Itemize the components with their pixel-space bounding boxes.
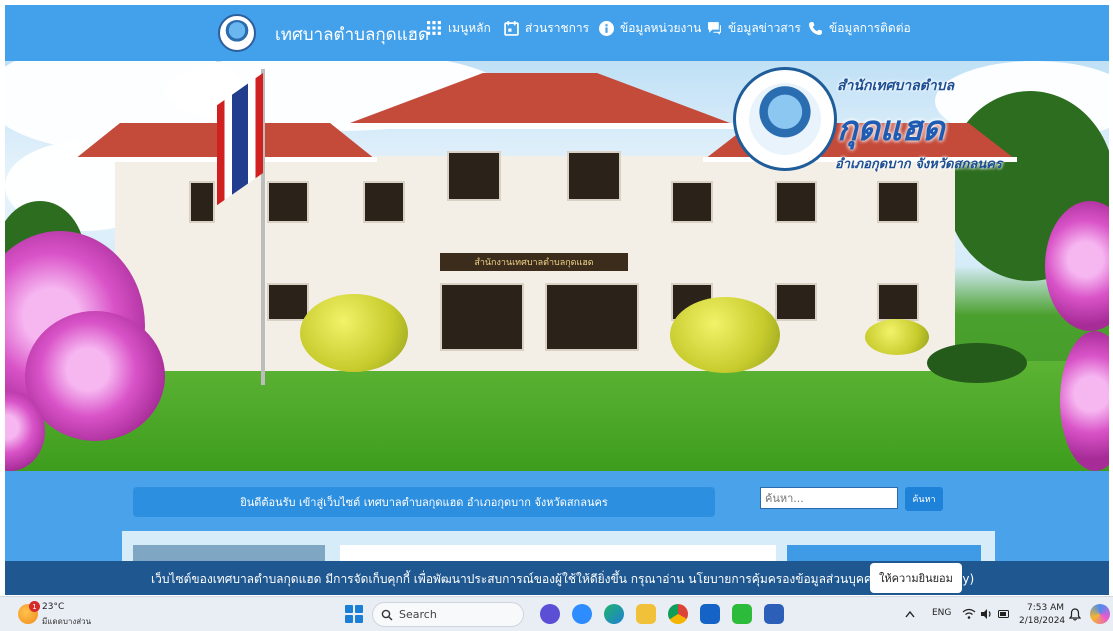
window: [267, 181, 309, 223]
window: [877, 283, 919, 321]
wifi-icon[interactable]: [962, 608, 976, 620]
shrub: [670, 297, 780, 373]
window: [775, 283, 817, 321]
browser-viewport: เทศบาลตำบลกุดแฮด เมนูหลัก ส่วนราชการ ข้อ…: [5, 5, 1109, 595]
search-button[interactable]: ค้นหา: [905, 487, 943, 511]
org-name-line1: สำนักเทศบาลตำบล: [837, 78, 955, 94]
chrome-browser-icon[interactable]: [668, 604, 688, 624]
cookie-message: เว็บไซต์ของเทศบาลตำบลกุดแฮด มีการจัดเก็บ…: [151, 572, 975, 586]
cookie-consent-bar: เว็บไซต์ของเทศบาลตำบลกุดแฮด มีการจัดเก็บ…: [5, 561, 1109, 595]
window: [189, 181, 215, 223]
window: [447, 151, 501, 201]
logo-seal-icon: [224, 20, 250, 46]
building-sign: สำนักงานเทศบาลตำบลกุดแฮด: [440, 253, 628, 271]
nav-main-menu[interactable]: เมนูหลัก: [427, 19, 491, 38]
top-navbar: เทศบาลตำบลกุดแฮด เมนูหลัก ส่วนราชการ ข้อ…: [5, 5, 1109, 61]
hedge: [927, 343, 1027, 383]
clock-time: 7:53 AM: [1027, 603, 1064, 613]
emblem-seal-icon: [749, 83, 821, 155]
input-language[interactable]: ENG: [932, 608, 951, 618]
notification-bell-icon[interactable]: [1069, 608, 1081, 621]
meet-app-icon[interactable]: [540, 604, 560, 624]
nav-departments[interactable]: ส่วนราชการ: [504, 19, 589, 38]
battery-icon[interactable]: [998, 610, 1010, 618]
org-name-line2: กุดแฮด: [837, 109, 945, 149]
chevron-up-icon[interactable]: [905, 610, 915, 618]
hero-banner: สำนักงานเทศบาลตำบลกุดแฮด สำนักเทศบาลตำบล…: [5, 61, 1109, 471]
search-icon: [381, 609, 393, 620]
nav-label: ข้อมูลข่าวสาร: [728, 21, 801, 35]
chat-icon: [708, 22, 721, 35]
nav-agency-info[interactable]: ข้อมูลหน่วยงาน: [599, 19, 701, 38]
windows-taskbar: 1 23°C มีแดดบางส่วน Search ENG 7:53 AM 2…: [0, 596, 1113, 631]
nav-news[interactable]: ข้อมูลข่าวสาร: [707, 19, 801, 38]
window: [775, 181, 817, 223]
taskbar-search[interactable]: Search: [372, 602, 524, 627]
window: [877, 181, 919, 223]
entrance-door: [545, 283, 639, 351]
site-title[interactable]: เทศบาลตำบลกุดแฮด: [275, 21, 429, 48]
word-app-icon[interactable]: [764, 604, 784, 624]
weather-desc: มีแดดบางส่วน: [42, 617, 92, 626]
window: [363, 181, 405, 223]
org-name-line3: อำเภอกุดบาก จังหวัดสกลนคร: [835, 157, 1002, 172]
search-input[interactable]: [760, 487, 898, 509]
volume-icon[interactable]: [980, 608, 993, 620]
zoom-app-icon[interactable]: [572, 604, 592, 624]
clock-date: 2/18/2024: [1019, 616, 1066, 626]
welcome-message: ยินดีต้อนรับ เข้าสู่เว็บไซต์ เทศบาลตำบลก…: [133, 487, 715, 517]
info-icon: [599, 21, 614, 36]
cookie-accept-button[interactable]: ให้ความยินยอม: [870, 563, 962, 593]
nav-label: ข้อมูลหน่วยงาน: [620, 21, 702, 35]
shrub: [300, 294, 408, 372]
window: [567, 151, 621, 201]
edge-browser-icon[interactable]: [604, 604, 624, 624]
flower-bloom: [25, 311, 165, 441]
entrance-door: [440, 283, 524, 351]
shrub: [865, 319, 929, 355]
window: [671, 181, 713, 223]
roof-trim: [345, 123, 735, 129]
nav-label: ข้อมูลการติดต่อ: [829, 21, 911, 35]
window: [267, 283, 309, 321]
nav-label: ส่วนราชการ: [525, 21, 590, 35]
municipality-logo[interactable]: [218, 14, 256, 52]
copilot-icon[interactable]: [1090, 604, 1110, 624]
mail-app-icon[interactable]: [700, 604, 720, 624]
taskbar-search-label: Search: [399, 608, 437, 621]
grid-icon: [427, 21, 441, 35]
nav-label: เมนูหลัก: [448, 21, 491, 35]
nav-contact[interactable]: ข้อมูลการติดต่อ: [808, 19, 911, 38]
start-button[interactable]: [345, 605, 363, 623]
municipality-emblem: [733, 67, 837, 171]
weather-temp: 23°C: [42, 602, 65, 612]
phone-icon: [809, 22, 822, 35]
line-app-icon[interactable]: [732, 604, 752, 624]
notification-badge: 1: [29, 601, 40, 612]
calendar-icon: [504, 21, 519, 36]
system-clock[interactable]: 7:53 AM 2/18/2024: [1019, 602, 1066, 628]
file-explorer-icon[interactable]: [636, 604, 656, 624]
